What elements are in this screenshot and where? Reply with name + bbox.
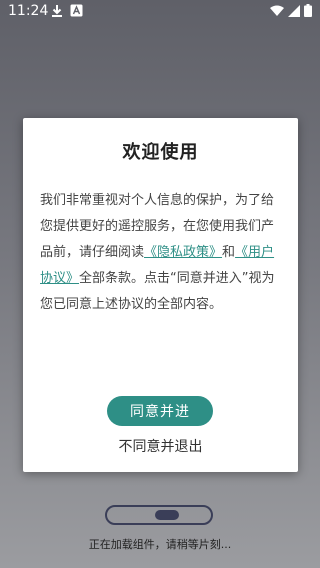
loading-indicator (105, 505, 213, 525)
loading-indicator-thumb (155, 510, 179, 520)
dialog-title: 欢迎使用 (122, 142, 199, 163)
dialog-body: 我们非常重视对个人信息的保护，为了给您提供更好的遥控服务，在您使用我们产品前，请… (40, 188, 284, 318)
and-text: 和 (222, 245, 236, 260)
welcome-dialog: 欢迎使用 我们非常重视对个人信息的保护，为了给您提供更好的遥控服务，在您使用我们… (23, 118, 298, 472)
status-bar: 11:24 (0, 0, 320, 24)
wifi-icon (270, 5, 284, 16)
disagree-exit-button[interactable]: 不同意并退出 (23, 436, 298, 456)
app-notification-icon (70, 4, 83, 17)
agree-button[interactable]: 同意并进 (107, 396, 213, 426)
status-time: 11:24 (8, 3, 49, 19)
loading-text: 正在加载组件，请稍等片刻... (88, 538, 232, 551)
battery-icon (304, 4, 312, 17)
signal-icon (288, 4, 300, 17)
privacy-policy-link[interactable]: 《隐私政策》 (144, 245, 222, 260)
status-icons (270, 4, 312, 17)
download-icon (52, 5, 62, 17)
